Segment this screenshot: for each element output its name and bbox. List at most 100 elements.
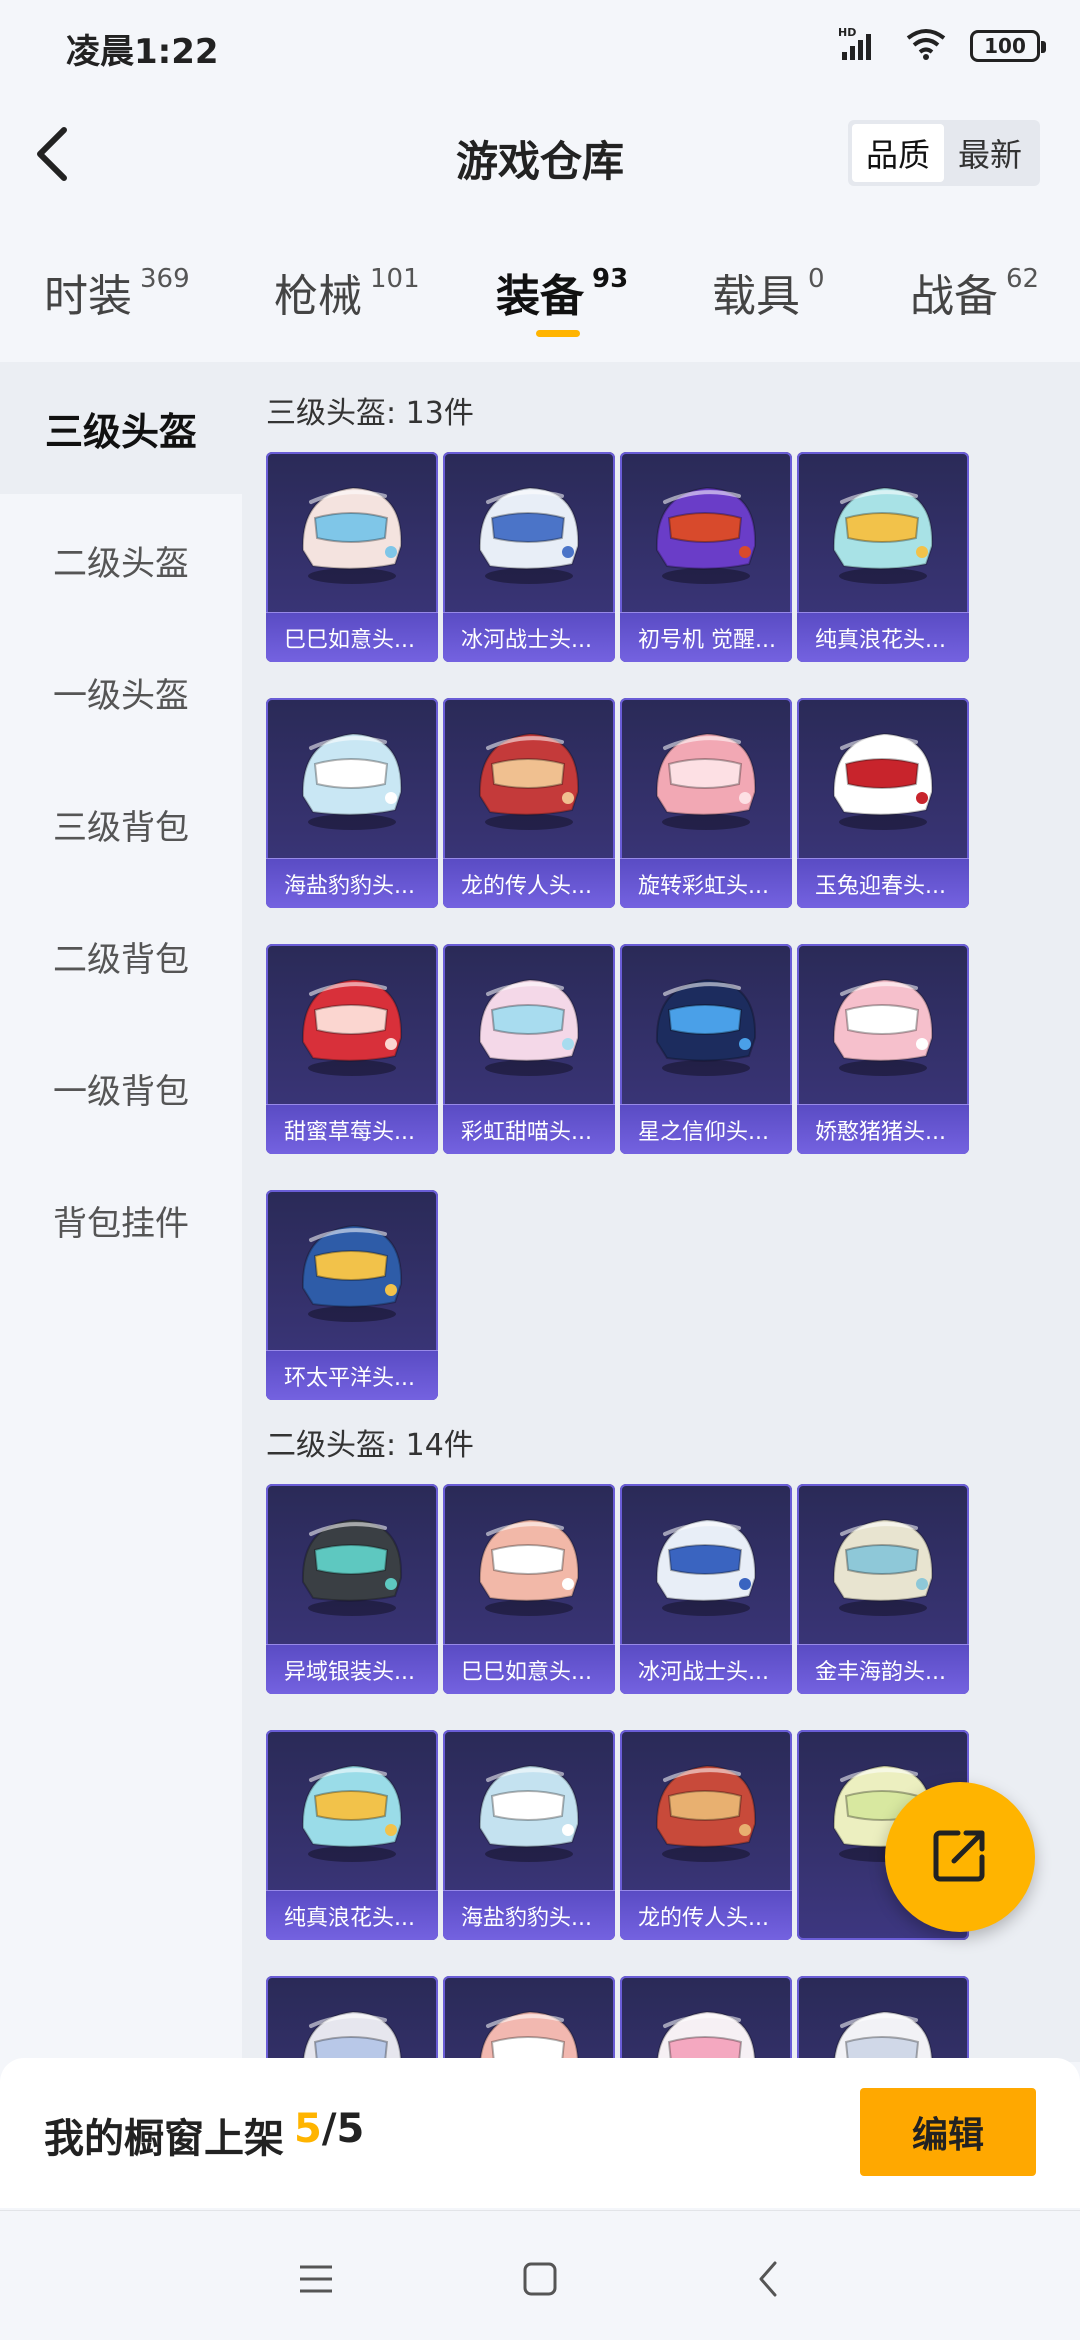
section-title: 三级头盔: 13件 [266, 396, 474, 431]
sidebar-item-level1-helmet[interactable]: 一级头盔 [0, 626, 242, 758]
menu-icon[interactable] [286, 2249, 346, 2309]
item-card[interactable]: 冰河战士头... [443, 452, 615, 662]
tab-label: 战备 [910, 271, 998, 322]
active-tab-indicator [536, 330, 580, 337]
helmet-icon [443, 1976, 615, 2062]
item-name: 巳巳如意头... [266, 612, 438, 662]
helmet-icon [797, 944, 969, 1104]
tab-label: 装备 [496, 271, 584, 322]
tab-count: 93 [592, 264, 629, 294]
sort-toggle: 品质 最新 [848, 120, 1040, 186]
shelf-total-count: /5 [321, 2106, 365, 2152]
tab-count: 369 [140, 264, 190, 294]
item-name: 初号机 觉醒... [620, 612, 792, 662]
sidebar-item-level3-backpack[interactable]: 三级背包 [0, 758, 242, 890]
tab-label: 时装 [44, 271, 132, 322]
home-icon[interactable] [510, 2249, 570, 2309]
item-card[interactable]: 娇憨猪猪头... [797, 944, 969, 1154]
sidebar-item-backpack-charm[interactable]: 背包挂件 [0, 1154, 242, 1286]
tab-combat-gear[interactable]: 战备 62 [910, 260, 1039, 324]
item-card[interactable]: 龙的传人头... [620, 1730, 792, 1940]
shelf-current-count: 5 [294, 2106, 322, 2152]
item-name: 娇憨猪猪头... [797, 1104, 969, 1154]
tab-count: 0 [808, 264, 825, 294]
item-name: 纯真浪花头... [266, 1890, 438, 1940]
sidebar-item-level2-backpack[interactable]: 二级背包 [0, 890, 242, 1022]
sidebar-item-level2-helmet[interactable]: 二级头盔 [0, 494, 242, 626]
item-name: 金丰海韵头... [797, 1644, 969, 1694]
item-card[interactable]: 环太平洋头... [266, 1190, 438, 1400]
item-name: 纯真浪花头... [797, 612, 969, 662]
helmet-icon [620, 1730, 792, 1890]
helmet-icon [443, 698, 615, 858]
back-nav-icon[interactable] [738, 2249, 798, 2309]
item-card[interactable]: 巳巳如意头... [443, 1484, 615, 1694]
sort-option-quality[interactable]: 品质 [852, 124, 944, 182]
status-time: 凌晨1:22 [66, 32, 219, 72]
tab-label: 枪械 [274, 271, 362, 322]
item-card[interactable]: 冰河战士头... [620, 1484, 792, 1694]
shelf-status: 我的橱窗上架 5 /5 [44, 2106, 364, 2164]
status-bar: 凌晨1:22 HD 100 [0, 0, 1080, 90]
share-fab-button[interactable] [885, 1782, 1035, 1932]
tab-equipment[interactable]: 装备 93 [496, 260, 628, 324]
helmet-icon [266, 452, 438, 612]
item-name: 海盐豹豹头... [266, 858, 438, 908]
item-name: 冰河战士头... [443, 612, 615, 662]
tab-fashion[interactable]: 时装 369 [44, 260, 190, 324]
item-card[interactable]: 彩虹甜喵头... [443, 944, 615, 1154]
item-card[interactable] [620, 1976, 792, 2062]
item-name: 海盐豹豹头... [443, 1890, 615, 1940]
item-card[interactable]: 金丰海韵头... [797, 1484, 969, 1694]
helmet-icon [266, 1976, 438, 2062]
helmet-icon [620, 698, 792, 858]
item-name: 旋转彩虹头... [620, 858, 792, 908]
item-card[interactable]: 星之信仰头... [620, 944, 792, 1154]
shelf-label: 我的橱窗上架 [44, 2116, 284, 2162]
item-name: 星之信仰头... [620, 1104, 792, 1154]
item-card[interactable]: 龙的传人头... [443, 698, 615, 908]
helmet-icon [797, 1976, 969, 2062]
tab-vehicles[interactable]: 载具 0 [712, 260, 825, 324]
item-card[interactable]: 巳巳如意头... [266, 452, 438, 662]
helmet-icon [797, 452, 969, 612]
item-name: 龙的传人头... [620, 1890, 792, 1940]
tab-firearms[interactable]: 枪械 101 [274, 260, 420, 324]
sidebar-item-level1-backpack[interactable]: 一级背包 [0, 1022, 242, 1154]
tab-count: 62 [1006, 264, 1040, 294]
item-card[interactable] [266, 1976, 438, 2062]
helmet-icon [266, 1730, 438, 1890]
shelf-bar: 我的橱窗上架 5 /5 编辑 [0, 2058, 1080, 2208]
app-header: 游戏仓库 品质 最新 [0, 90, 1080, 220]
item-card[interactable] [797, 1976, 969, 2062]
helmet-icon [797, 698, 969, 858]
status-icons: HD 100 [838, 26, 1046, 66]
tab-count: 101 [370, 264, 420, 294]
helmet-icon [266, 1190, 438, 1350]
item-card[interactable]: 纯真浪花头... [797, 452, 969, 662]
helmet-icon [443, 1730, 615, 1890]
item-card[interactable]: 玉兔迎春头... [797, 698, 969, 908]
item-card[interactable] [443, 1976, 615, 2062]
helmet-icon [443, 452, 615, 612]
signal-icon: HD [838, 26, 882, 66]
item-card[interactable]: 异域银装头... [266, 1484, 438, 1694]
sort-option-newest[interactable]: 最新 [944, 124, 1036, 182]
edit-button[interactable]: 编辑 [860, 2088, 1036, 2176]
item-card[interactable]: 旋转彩虹头... [620, 698, 792, 908]
item-card[interactable]: 初号机 觉醒... [620, 452, 792, 662]
app-root: 凌晨1:22 HD 100 游戏仓库 品质 最新 时装 369 枪械 101 装… [0, 0, 1080, 2340]
helmet-icon [620, 1976, 792, 2062]
helmet-icon [620, 944, 792, 1104]
item-card[interactable]: 甜蜜草莓头... [266, 944, 438, 1154]
helmet-icon [797, 1484, 969, 1644]
item-name: 异域银装头... [266, 1644, 438, 1694]
item-card[interactable]: 纯真浪花头... [266, 1730, 438, 1940]
helmet-icon [266, 944, 438, 1104]
item-card[interactable]: 海盐豹豹头... [443, 1730, 615, 1940]
sidebar-item-level3-helmet[interactable]: 三级头盔 [0, 362, 242, 494]
item-card[interactable]: 海盐豹豹头... [266, 698, 438, 908]
section-title: 二级头盔: 14件 [266, 1428, 474, 1463]
svg-text:HD: HD [838, 26, 856, 39]
helmet-icon [443, 1484, 615, 1644]
